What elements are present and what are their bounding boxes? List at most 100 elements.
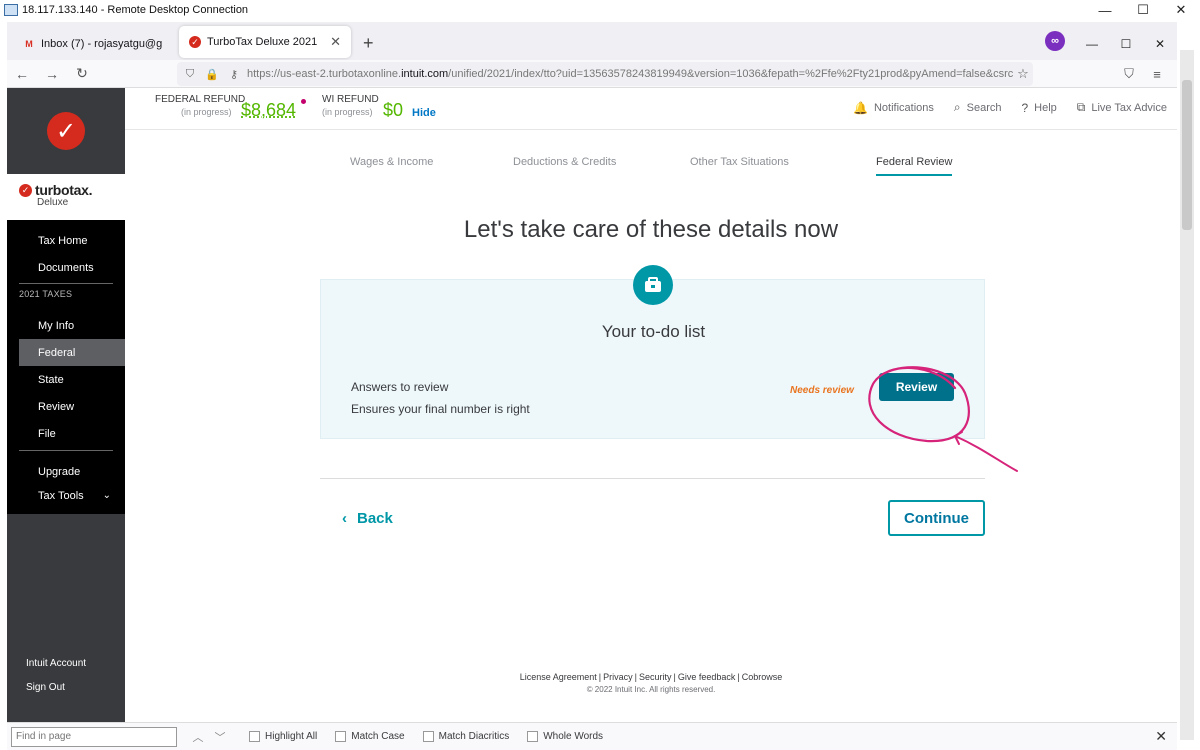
sidebar-nav: Tax Home Documents 2021 TAXES My Info Fe…: [7, 220, 125, 514]
sidebar-divider: [19, 283, 113, 284]
wi-refund: WI REFUND (in progress) $0 Hide: [322, 94, 436, 120]
remote-scrollbar[interactable]: [1182, 80, 1192, 230]
footer-link-privacy[interactable]: Privacy: [603, 672, 633, 682]
close-tab-icon[interactable]: ✕: [330, 34, 341, 50]
remote-desktop-titlebar: 18.117.133.140 - Remote Desktop Connecti…: [0, 0, 1200, 20]
help-icon: ?: [1021, 100, 1029, 115]
sidebar-item-upgrade[interactable]: Upgrade: [7, 458, 125, 485]
tab-other-tax-situations[interactable]: Other Tax Situations: [690, 156, 789, 174]
footer-link-security[interactable]: Security: [639, 672, 672, 682]
footer-links: License Agreement | Privacy | Security | Give …: [519, 672, 783, 682]
sidebar-item-state[interactable]: State: [7, 366, 125, 393]
remote-desktop-icon: [4, 4, 18, 16]
shield-icon[interactable]: ⛉: [181, 68, 199, 81]
notification-dot: [301, 99, 306, 104]
tab-label: TurboTax Deluxe 2021: [207, 36, 318, 48]
tab-label: Inbox (7) - rojasyatgu@gmail.co: [41, 38, 163, 50]
sidebar: ✓ ✓ turbotax. Deluxe Tax Home Documents …: [7, 88, 125, 722]
brand-block: ✓ turbotax. Deluxe: [7, 174, 125, 220]
rdp-minimize-button[interactable]: —: [1086, 3, 1124, 18]
browser-minimize-button[interactable]: —: [1075, 37, 1109, 51]
continue-button[interactable]: Continue: [888, 500, 985, 536]
sidebar-item-intuit-account[interactable]: Intuit Account: [7, 652, 125, 674]
find-previous-icon[interactable]: ︿: [187, 729, 209, 745]
back-button[interactable]: ‹ Back: [342, 510, 393, 527]
turbotax-checkmark-icon: ✓: [47, 112, 85, 150]
sidebar-divider: [19, 450, 113, 451]
brand-name: turbotax.: [35, 182, 93, 198]
key-icon[interactable]: ⚷: [225, 68, 243, 81]
sidebar-item-tax-tools[interactable]: Tax Tools ⌄: [7, 482, 125, 509]
turbotax-icon: ✓: [189, 36, 201, 48]
address-bar[interactable]: ⛉ 🔒 ⚷ https://us-east-2.turbotaxonline.i…: [177, 62, 1033, 86]
hide-refund-link[interactable]: Hide: [412, 107, 436, 119]
close-icon[interactable]: ✕: [1155, 728, 1167, 745]
match-diacritics-checkbox[interactable]: Match Diacritics: [422, 731, 509, 742]
rdp-maximize-button[interactable]: ☐: [1124, 2, 1162, 18]
find-next-icon[interactable]: ﹀: [209, 729, 231, 745]
live-tax-advice-link[interactable]: ⧉ Live Tax Advice: [1077, 100, 1167, 115]
new-tab-button[interactable]: +: [363, 33, 374, 54]
status-badge: Needs review: [790, 385, 854, 396]
highlight-all-checkbox[interactable]: Highlight All: [249, 731, 317, 742]
remote-desktop-background: [1176, 20, 1200, 750]
federal-refund[interactable]: FEDERAL REFUND (in progress) $8,684: [155, 94, 306, 120]
search-icon: ⌕: [953, 100, 961, 114]
sidebar-item-documents[interactable]: Documents: [7, 254, 125, 281]
match-case-checkbox[interactable]: Match Case: [335, 731, 405, 742]
rdp-close-button[interactable]: ✕: [1162, 2, 1200, 18]
tab-turbotax[interactable]: ✓ TurboTax Deluxe 2021 ✕: [179, 26, 351, 58]
reload-icon[interactable]: ↻: [67, 65, 97, 82]
wi-refund-amount[interactable]: $0: [383, 100, 403, 121]
lock-icon[interactable]: 🔒: [203, 68, 221, 81]
clipboard-icon: [633, 265, 673, 305]
extension-icon[interactable]: ∞: [1045, 31, 1065, 51]
todo-item-description: Ensures your final number is right: [351, 402, 530, 416]
chevron-left-icon: ‹: [342, 510, 347, 527]
browser-window: M Inbox (7) - rojasyatgu@gmail.co ✓ Turb…: [7, 22, 1177, 750]
footer-link-feedback[interactable]: Give feedback: [678, 672, 736, 682]
tab-deductions-credits[interactable]: Deductions & Credits: [513, 156, 616, 174]
browser-close-button[interactable]: ✕: [1143, 37, 1177, 51]
turbotax-small-icon: ✓: [19, 183, 32, 197]
chevron-down-icon: ⌄: [102, 490, 111, 501]
search-link[interactable]: ⌕ Search: [954, 100, 1002, 115]
footer-link-license[interactable]: License Agreement: [520, 672, 597, 682]
wi-refund-status: (in progress): [322, 107, 373, 117]
todo-card: Your to-do list Answers to review Ensure…: [320, 265, 985, 439]
tab-wages-income[interactable]: Wages & Income: [350, 156, 433, 174]
find-input[interactable]: [11, 726, 177, 747]
forward-arrow-icon[interactable]: →: [37, 66, 67, 82]
copyright: © 2022 Intuit Inc. All rights reserved.: [586, 685, 716, 694]
gmail-icon: M: [25, 39, 33, 49]
tab-federal-review[interactable]: Federal Review: [876, 156, 953, 176]
refund-header: FEDERAL REFUND (in progress) $8,684 WI R…: [125, 88, 1177, 130]
sidebar-item-file[interactable]: File: [7, 420, 125, 447]
whole-words-checkbox[interactable]: Whole Words: [527, 731, 603, 742]
find-bar: ︿ ﹀ Highlight All Match Case Match Diacr…: [7, 722, 1177, 750]
sidebar-item-federal[interactable]: Federal: [19, 339, 125, 366]
sidebar-item-review[interactable]: Review: [7, 393, 125, 420]
todo-title: Your to-do list: [601, 322, 706, 341]
bookmark-star-icon[interactable]: ☆: [1013, 66, 1033, 82]
remote-desktop-title: 18.117.133.140 - Remote Desktop Connecti…: [22, 4, 249, 16]
sidebar-item-my-info[interactable]: My Info: [7, 312, 125, 339]
url-text[interactable]: https://us-east-2.turbotaxonline.intuit.…: [247, 68, 1013, 80]
sidebar-item-sign-out[interactable]: Sign Out: [7, 676, 125, 698]
notifications-link[interactable]: 🔔 Notifications: [853, 100, 934, 115]
chat-icon: ⧉: [1076, 100, 1086, 114]
bell-icon: 🔔: [853, 100, 868, 115]
browser-maximize-button[interactable]: ☐: [1109, 37, 1143, 51]
content-divider: [320, 478, 985, 479]
help-link[interactable]: ? Help: [1021, 100, 1056, 115]
menu-icon[interactable]: ≡: [1143, 67, 1171, 82]
footer-link-cobrowse[interactable]: Cobrowse: [742, 672, 783, 682]
pocket-icon[interactable]: ⛉: [1115, 66, 1143, 82]
federal-refund-amount[interactable]: $8,684: [241, 100, 296, 121]
tab-gmail-inbox[interactable]: M Inbox (7) - rojasyatgu@gmail.co: [13, 28, 173, 60]
sidebar-item-tax-home[interactable]: Tax Home: [7, 227, 125, 254]
federal-refund-status: (in progress): [181, 107, 232, 117]
back-arrow-icon[interactable]: ←: [7, 66, 37, 82]
sidebar-logo[interactable]: ✓: [7, 88, 125, 174]
review-button[interactable]: Review: [879, 373, 954, 401]
